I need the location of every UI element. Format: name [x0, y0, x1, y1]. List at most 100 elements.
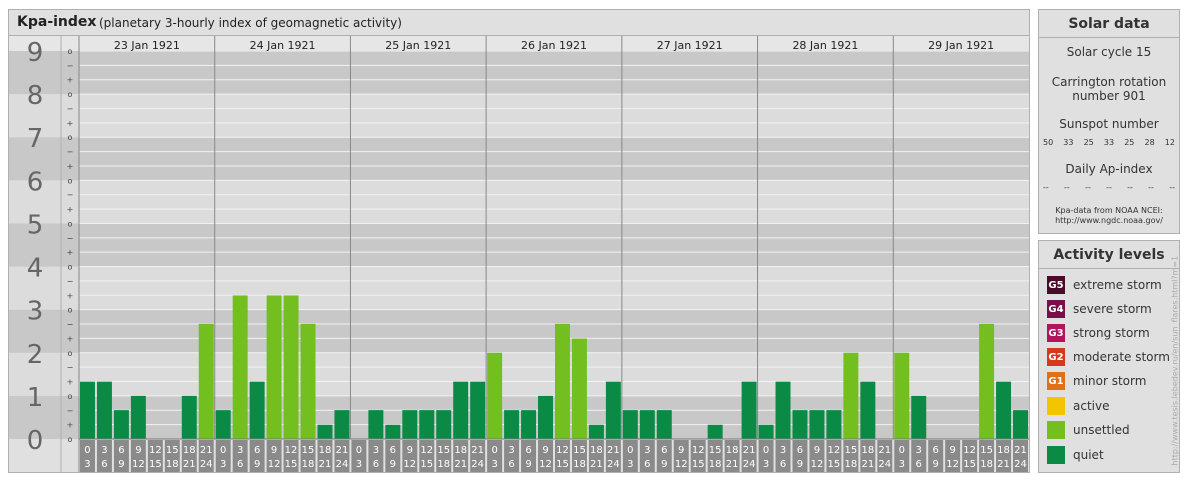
ap-index-label: Daily Ap-index [1065, 162, 1153, 176]
time-slot-end: 15 [420, 459, 433, 470]
time-slot-end: 12 [811, 459, 824, 470]
kpa-chart-panel: Kpa-index (planetary 3-hourly index of g… [8, 9, 1030, 473]
y-tick-label: 1 [27, 383, 44, 413]
kpa-bar-chart: 0123456789o+o−+o−+o−+o−+o−+o−+o−+o−+o−23… [9, 36, 1029, 472]
time-slot-start: 12 [828, 445, 841, 456]
kp-bar [741, 381, 757, 439]
time-slot-end: 6 [237, 459, 243, 470]
time-slot-end: 3 [491, 459, 497, 470]
time-slot-start: 18 [997, 445, 1010, 456]
kp-bar [436, 410, 452, 439]
time-slot-end: 21 [726, 459, 739, 470]
time-slot-start: 3 [780, 445, 786, 456]
y-minor-tick: + [67, 291, 74, 300]
legend-label: active [1073, 399, 1110, 413]
time-slot-end: 21 [454, 459, 467, 470]
legend-label: quiet [1073, 448, 1104, 462]
kp-bar [181, 395, 197, 439]
y-minor-tick: + [67, 334, 74, 343]
time-slot-start: 12 [556, 445, 569, 456]
time-slot-end: 9 [525, 459, 531, 470]
g5-swatch-icon: G5 [1047, 276, 1065, 294]
time-slot-end: 6 [780, 459, 786, 470]
y-minor-tick: − [67, 191, 74, 200]
time-slot-start: 18 [183, 445, 196, 456]
y-minor-tick: − [67, 61, 74, 70]
solar-data-title: Solar data [1039, 10, 1179, 38]
y-minor-tick: o [68, 306, 73, 315]
time-slot-start: 15 [166, 445, 179, 456]
kp-bar [860, 381, 876, 439]
time-slot-end: 24 [200, 459, 213, 470]
kp-band [9, 266, 1029, 310]
time-slot-start: 0 [491, 445, 497, 456]
kp-bar [300, 323, 316, 439]
day-label: 28 Jan 1921 [792, 39, 858, 52]
kp-bar [113, 410, 129, 439]
sunspot-value: 25 [1083, 138, 1094, 147]
time-slot-end: 12 [403, 459, 416, 470]
time-slot-end: 6 [508, 459, 514, 470]
g2-swatch-icon: G2 [1047, 348, 1065, 366]
kp-bar [656, 410, 672, 439]
sunspot-value: 25 [1124, 138, 1135, 147]
y-minor-tick: o [68, 349, 73, 358]
watermark-text: http://www.tesis.lebedev.ru/en/sun_flare… [1170, 255, 1180, 466]
ap-index-values: -- -- -- -- -- -- -- [1043, 183, 1175, 192]
time-slot-end: 15 [556, 459, 569, 470]
y-minor-tick: o [68, 435, 73, 444]
time-slot-start: 9 [949, 445, 955, 456]
legend-label: moderate storm [1073, 350, 1170, 364]
day-label: 29 Jan 1921 [928, 39, 994, 52]
time-slot-end: 12 [675, 459, 688, 470]
time-slot-end: 12 [268, 459, 281, 470]
time-slot-end: 24 [878, 459, 891, 470]
kp-bar [911, 395, 927, 439]
ap-value: -- [1106, 183, 1112, 192]
kp-band [9, 223, 1029, 267]
kp-bar [996, 381, 1012, 439]
time-slot-start: 0 [220, 445, 226, 456]
time-slot-start: 21 [200, 445, 213, 456]
y-tick-label: 7 [27, 124, 44, 154]
time-slot-start: 3 [373, 445, 379, 456]
time-slot-end: 3 [627, 459, 633, 470]
time-slot-start: 18 [454, 445, 467, 456]
time-slot-start: 6 [797, 445, 803, 456]
legend-label: severe storm [1073, 302, 1152, 316]
ap-value: -- [1148, 183, 1154, 192]
y-minor-tick: − [67, 277, 74, 286]
time-slot-end: 9 [118, 459, 124, 470]
data-credit-link[interactable]: http://www.ngdc.noaa.gov/ [1039, 216, 1179, 226]
kp-bar [385, 424, 401, 439]
kp-bar [96, 381, 112, 439]
time-slot-end: 3 [220, 459, 226, 470]
time-slot-end: 9 [933, 459, 939, 470]
legend-item-quiet: quiet [1047, 445, 1104, 465]
kp-bar [571, 338, 587, 439]
legend-item-g5: G5 extreme storm [1047, 275, 1162, 295]
y-minor-tick: − [67, 104, 74, 113]
y-minor-tick: − [67, 363, 74, 372]
day-label: 23 Jan 1921 [114, 39, 180, 52]
time-slot-start: 3 [101, 445, 107, 456]
kp-bar [894, 352, 910, 439]
time-slot-end: 21 [997, 459, 1010, 470]
kp-bar [639, 410, 655, 439]
time-slot-start: 15 [845, 445, 858, 456]
kp-band [9, 309, 1029, 353]
y-minor-tick: + [67, 76, 74, 85]
kp-bar [487, 352, 503, 439]
data-credit-line1: Kpa-data from NOAA NCEI: [1055, 206, 1163, 215]
time-slot-end: 3 [84, 459, 90, 470]
time-slot-start: 18 [319, 445, 332, 456]
day-label: 24 Jan 1921 [250, 39, 316, 52]
kp-bar [80, 381, 95, 439]
y-minor-tick: − [67, 320, 74, 329]
time-slot-start: 9 [271, 445, 277, 456]
time-slot-end: 3 [899, 459, 905, 470]
time-slot-start: 3 [237, 445, 243, 456]
time-slot-start: 15 [302, 445, 315, 456]
time-slot-end: 21 [861, 459, 874, 470]
time-slot-start: 15 [709, 445, 722, 456]
